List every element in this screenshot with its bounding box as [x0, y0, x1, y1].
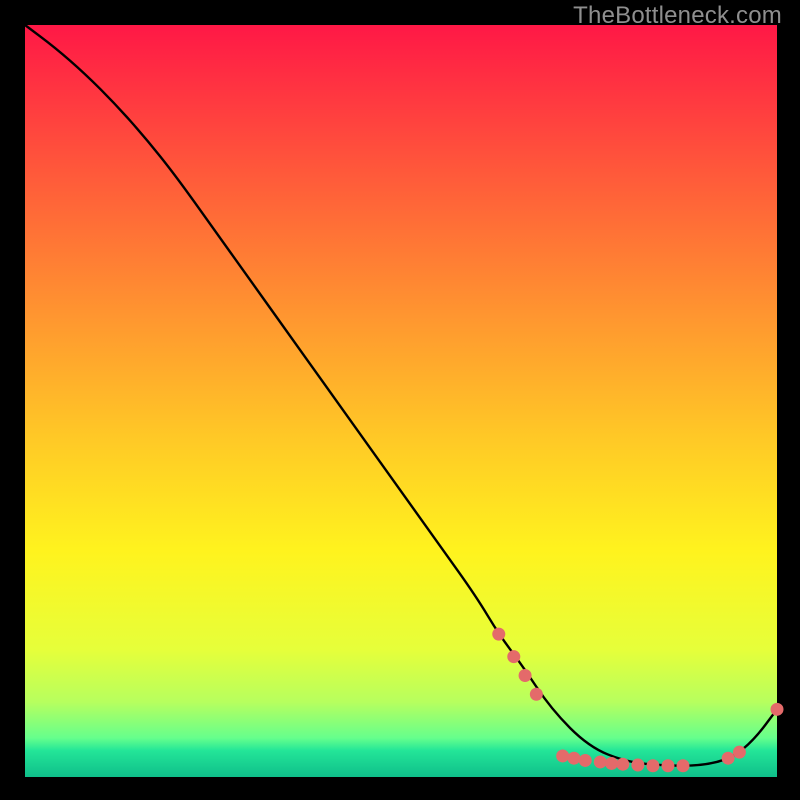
data-marker [605, 757, 618, 770]
data-marker [594, 755, 607, 768]
watermark-text: TheBottleneck.com [573, 2, 782, 30]
data-marker [507, 650, 520, 663]
data-marker [631, 758, 644, 771]
chart-stage: TheBottleneck.com [0, 0, 800, 800]
data-marker [579, 754, 592, 767]
data-marker [556, 749, 569, 762]
data-marker [661, 759, 674, 772]
data-marker [722, 752, 735, 765]
data-marker [616, 758, 629, 771]
data-marker [492, 628, 505, 641]
data-marker [530, 688, 543, 701]
chart-svg [0, 0, 800, 800]
data-marker [567, 752, 580, 765]
data-marker [733, 746, 746, 759]
data-marker [646, 759, 659, 772]
data-marker [677, 759, 690, 772]
gradient-background [25, 25, 777, 777]
data-marker [519, 669, 532, 682]
data-marker [771, 703, 784, 716]
